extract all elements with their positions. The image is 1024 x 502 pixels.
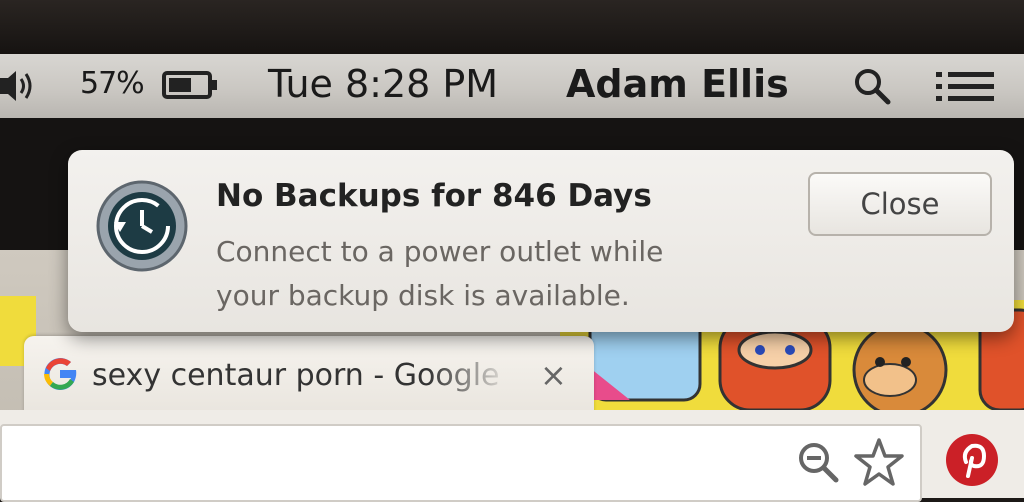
screen-bezel bbox=[0, 0, 1024, 54]
google-favicon-icon bbox=[44, 358, 77, 390]
notification-body-line: your backup disk is available. bbox=[216, 279, 630, 312]
browser-tab[interactable]: sexy centaur porn - Google × bbox=[24, 336, 594, 416]
bookmark-star-icon[interactable] bbox=[852, 436, 906, 490]
tab-title: sexy centaur porn - Google bbox=[92, 358, 500, 393]
time-machine-icon bbox=[96, 180, 188, 272]
zoom-icon[interactable] bbox=[796, 440, 840, 484]
time-machine-notification: No Backups for 846 Days Connect to a pow… bbox=[68, 150, 1014, 332]
close-button[interactable]: Close bbox=[808, 172, 992, 236]
tab-close-icon[interactable]: × bbox=[540, 356, 567, 394]
volume-icon[interactable] bbox=[0, 68, 40, 104]
notification-title: No Backups for 846 Days bbox=[216, 178, 652, 214]
pinterest-icon[interactable] bbox=[944, 432, 1000, 488]
battery-percent[interactable]: 57% bbox=[80, 66, 145, 101]
notification-body: Connect to a power outlet while your bac… bbox=[216, 230, 663, 318]
user-name[interactable]: Adam Ellis bbox=[566, 62, 789, 106]
clock[interactable]: Tue 8:28 PM bbox=[268, 62, 498, 106]
menu-bar: 57% Tue 8:28 PM Adam Ellis bbox=[0, 54, 1024, 118]
spotlight-search-icon[interactable] bbox=[852, 66, 892, 106]
notification-center-icon[interactable] bbox=[936, 70, 994, 104]
notification-body-line: Connect to a power outlet while bbox=[216, 235, 664, 268]
address-bar[interactable] bbox=[0, 424, 922, 502]
battery-icon[interactable] bbox=[162, 70, 218, 100]
